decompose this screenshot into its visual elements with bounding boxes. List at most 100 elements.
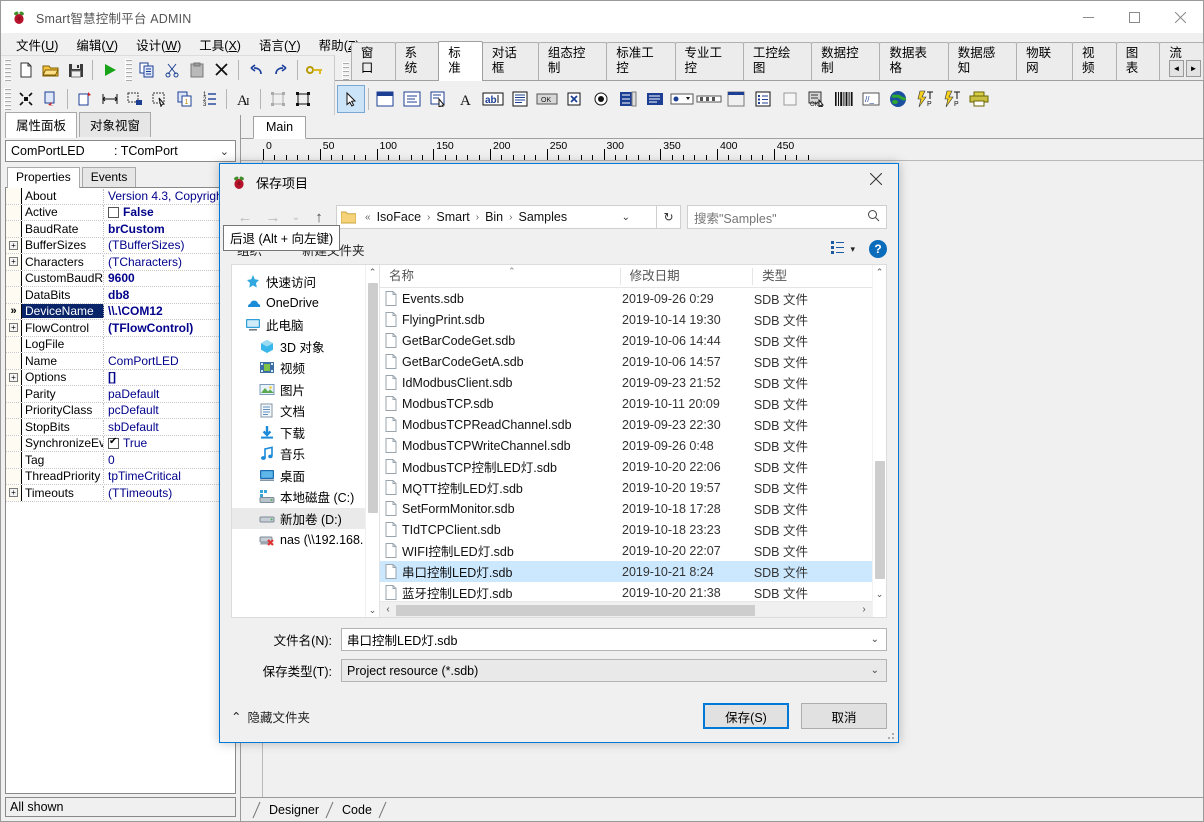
- radio-button-icon[interactable]: [588, 86, 614, 112]
- column-header-type[interactable]: 类型: [753, 268, 872, 285]
- ctab-dialog[interactable]: 对话框: [481, 42, 539, 80]
- nav-item-2[interactable]: 此电脑: [232, 314, 379, 336]
- file-row[interactable]: FlyingPrint.sdb 2019-10-14 19:30 SDB 文件: [380, 309, 872, 330]
- property-row[interactable]: StopBits sbDefault: [6, 419, 235, 436]
- breadcrumb[interactable]: « IsoFace › Smart › Bin › Samples ⌄: [336, 205, 657, 229]
- property-row[interactable]: Name ComPortLED: [6, 353, 235, 370]
- combobox-icon[interactable]: [642, 86, 668, 112]
- nav-scrollbar[interactable]: ⌃ ⌄: [365, 265, 379, 617]
- filetype-select[interactable]: Project resource (*.sdb) ⌄: [341, 659, 887, 682]
- tcp-client-icon[interactable]: P: [912, 86, 938, 112]
- file-row[interactable]: ModbusTCP控制LED灯.sdb 2019-10-20 22:06 SDB 文…: [380, 456, 872, 477]
- menu-edit[interactable]: 编辑(V): [67, 33, 127, 56]
- property-value[interactable]: paDefault: [104, 387, 235, 401]
- list-scroll-down-icon[interactable]: ⌄: [873, 587, 886, 601]
- nav-item-7[interactable]: 下载: [232, 422, 379, 444]
- barcode-icon[interactable]: [831, 86, 857, 112]
- open-folder-icon[interactable]: [38, 58, 63, 82]
- nav-item-9[interactable]: 桌面: [232, 465, 379, 487]
- dialog-close-button[interactable]: [854, 164, 898, 194]
- file-row[interactable]: GetBarCodeGet.sdb 2019-10-06 14:44 SDB 文件: [380, 330, 872, 351]
- property-value[interactable]: brCustom: [104, 222, 235, 236]
- property-row[interactable]: PriorityClass pcDefault: [6, 402, 235, 419]
- maximize-button[interactable]: [1111, 1, 1157, 33]
- dialog-resize-grip[interactable]: [885, 730, 895, 740]
- file-row[interactable]: 蓝牙控制LED灯.sdb 2019-10-20 21:38 SDB 文件: [380, 582, 872, 601]
- nav-item-5[interactable]: 图片: [232, 379, 379, 401]
- file-row[interactable]: GetBarCodeGetA.sdb 2019-10-06 14:57 SDB 文件: [380, 351, 872, 372]
- chevron-down-icon[interactable]: ⌄: [220, 145, 229, 158]
- property-row[interactable]: + BufferSizes (TBufferSizes): [6, 237, 235, 254]
- size-width-icon[interactable]: [97, 87, 122, 111]
- chevron-down-icon[interactable]: ⌄: [871, 665, 879, 676]
- property-row[interactable]: + Characters (TCharacters): [6, 254, 235, 271]
- nav-item-11[interactable]: 新加卷 (D:): [232, 507, 379, 529]
- redo-icon[interactable]: [268, 58, 293, 82]
- property-row[interactable]: LogFile: [6, 336, 235, 353]
- property-value[interactable]: sbDefault: [104, 420, 235, 434]
- breadcrumb-item-isoface[interactable]: IsoFace: [375, 210, 423, 224]
- printer-icon[interactable]: [966, 86, 992, 112]
- nav-scroll-thumb[interactable]: [368, 283, 378, 513]
- tcp-server-icon[interactable]: P: [939, 86, 965, 112]
- new-file-icon[interactable]: [13, 58, 38, 82]
- file-row[interactable]: ModbusTCPReadChannel.sdb 2019-09-23 22:30…: [380, 414, 872, 435]
- property-value[interactable]: (TFlowControl): [104, 321, 235, 335]
- help-button[interactable]: ?: [869, 240, 887, 258]
- property-value[interactable]: db8: [104, 288, 235, 302]
- breadcrumb-item-samples[interactable]: Samples: [516, 210, 569, 224]
- toolbar-grip[interactable]: [4, 88, 11, 110]
- nav-item-3[interactable]: 3D 对象: [232, 336, 379, 358]
- view-mode-button[interactable]: ▾: [831, 241, 855, 257]
- nav-item-0[interactable]: 快速访问: [232, 271, 379, 293]
- list-items-icon[interactable]: [750, 86, 776, 112]
- property-grid[interactable]: About Version 4.3, Copyright Active False Ba…: [5, 187, 236, 794]
- file-list-hscrollbar[interactable]: ‹ ›: [380, 601, 872, 617]
- order-layer-icon[interactable]: 1: [172, 87, 197, 111]
- list-scroll-up-icon[interactable]: ⌃: [873, 265, 886, 279]
- list-scroll-thumb[interactable]: [875, 461, 885, 579]
- paste-special-icon[interactable]: [38, 87, 63, 111]
- ctab-data-sense[interactable]: 数据感知: [947, 42, 1018, 80]
- breadcrumb-item-smart[interactable]: Smart: [434, 210, 471, 224]
- tabbar-grip[interactable]: [342, 62, 349, 80]
- button-ok-icon[interactable]: OK: [534, 86, 560, 112]
- column-header-date[interactable]: 修改日期: [621, 267, 754, 285]
- menu-tools[interactable]: 工具(X): [190, 33, 250, 56]
- form-tab-main[interactable]: Main: [253, 116, 307, 139]
- tab-events[interactable]: Events: [81, 167, 137, 187]
- ctab-iot[interactable]: 物联网: [1016, 42, 1074, 80]
- breadcrumb-item-bin[interactable]: Bin: [483, 210, 505, 224]
- copy-icon[interactable]: [134, 58, 159, 82]
- menu-file[interactable]: 文件(U): [7, 33, 67, 56]
- undo-icon[interactable]: [243, 58, 268, 82]
- blank-panel-icon[interactable]: [777, 86, 803, 112]
- globe-web-icon[interactable]: [885, 86, 911, 112]
- toolbar-grip[interactable]: [4, 58, 11, 81]
- expand-plus-icon[interactable]: +: [6, 320, 22, 336]
- bring-front-icon[interactable]: [72, 87, 97, 111]
- expand-plus-icon[interactable]: +: [6, 369, 22, 385]
- chevron-down-icon[interactable]: ⌄: [871, 634, 879, 645]
- tab-scroll-right[interactable]: ►: [1186, 60, 1201, 77]
- property-value[interactable]: []: [104, 370, 235, 384]
- property-value[interactable]: ComPortLED: [104, 354, 235, 368]
- property-row[interactable]: + Options[]: [6, 369, 235, 386]
- tab-properties[interactable]: Properties: [7, 167, 80, 188]
- label-A-icon[interactable]: A: [453, 86, 479, 112]
- edit-abI-icon[interactable]: ab: [480, 86, 506, 112]
- file-row[interactable]: WIFI控制LED灯.sdb 2019-10-20 22:07 SDB 文件: [380, 540, 872, 561]
- object-selector[interactable]: ComPortLED : TComPort ⌄: [5, 140, 236, 162]
- property-row[interactable]: CustomBaudRate9600: [6, 270, 235, 287]
- file-row[interactable]: SetFormMonitor.sdb 2019-10-18 17:28 SDB 文件: [380, 498, 872, 519]
- property-value[interactable]: 0: [104, 453, 235, 467]
- align-center-icon[interactable]: [13, 87, 38, 111]
- save-button[interactable]: 保存(S): [703, 703, 789, 729]
- property-value[interactable]: 9600: [104, 271, 235, 285]
- key-icon[interactable]: [302, 58, 327, 82]
- listbox-icon[interactable]: [615, 86, 641, 112]
- nav-scroll-up-icon[interactable]: ⌃: [366, 265, 379, 279]
- nav-item-12[interactable]: nas (\\192.168.: [232, 529, 379, 551]
- cut-scissors-icon[interactable]: [159, 58, 184, 82]
- save-disk-icon[interactable]: [63, 58, 88, 82]
